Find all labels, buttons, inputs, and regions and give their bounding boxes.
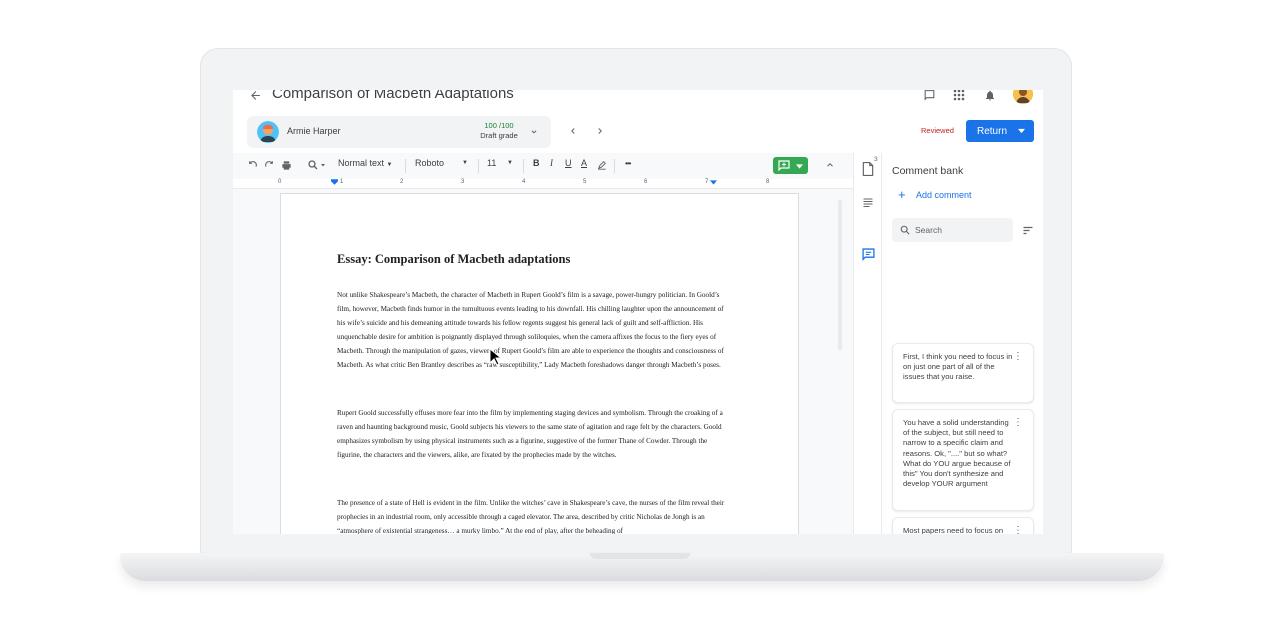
document-scrollbar[interactable] xyxy=(838,200,842,350)
font-size-dropdown-icon[interactable]: ▼ xyxy=(507,160,513,166)
back-arrow-icon[interactable] xyxy=(247,90,263,103)
apps-grid-icon[interactable] xyxy=(951,90,967,103)
underline-button[interactable]: U xyxy=(565,158,572,168)
comment-card[interactable]: You have a solid understanding of the su… xyxy=(892,409,1034,511)
more-vert-icon[interactable]: ⋮ xyxy=(1013,352,1023,362)
undo-icon[interactable] xyxy=(247,159,259,171)
comment-bank-panel: Comment bank + Add comment Search First,… xyxy=(881,153,1043,534)
document-page[interactable]: Essay: Comparison of Macbeth adaptations… xyxy=(280,193,799,534)
notifications-bell-icon[interactable] xyxy=(982,90,998,103)
mouse-cursor-icon xyxy=(489,348,501,366)
ruler-tick: 0 xyxy=(278,179,282,185)
print-icon[interactable] xyxy=(280,159,292,171)
more-vert-icon[interactable]: ⋮ xyxy=(1013,526,1023,535)
editor-toolbar: Normal text ▼ Roboto ▼ 11 ▼ B I U A ••• xyxy=(233,153,853,179)
ruler-tick: 4 xyxy=(522,179,526,185)
ruler-tick: 8 xyxy=(766,179,770,185)
status-badge: Reviewed xyxy=(921,126,954,135)
ruler-tick: 3 xyxy=(461,179,465,185)
ruler-tick: 6 xyxy=(644,179,648,185)
comment-bank-title: Comment bank xyxy=(892,165,964,177)
font-family-dropdown-icon[interactable]: ▼ xyxy=(462,160,468,166)
add-comment-button[interactable]: Add comment xyxy=(916,190,972,200)
app-screen: Comparison of Macbeth Adaptations Armie … xyxy=(233,90,1043,534)
paragraph-style-value: Normal text xyxy=(338,158,385,168)
toolbar-divider xyxy=(614,159,615,173)
more-vert-icon[interactable]: ⋮ xyxy=(1013,418,1023,428)
essay-paragraph: The presence of a state of Hell is evide… xyxy=(337,499,725,534)
font-size-value: 11 xyxy=(487,158,497,168)
font-size-select[interactable]: 11 xyxy=(487,158,496,168)
chevron-down-icon[interactable] xyxy=(527,125,541,139)
redo-icon[interactable] xyxy=(263,159,275,171)
student-name: Armie Harper xyxy=(287,126,341,136)
search-icon xyxy=(900,225,910,235)
font-family-select[interactable]: Roboto xyxy=(415,158,444,168)
previous-student-chevron-icon[interactable] xyxy=(566,124,580,138)
toolbar-divider xyxy=(405,159,406,173)
highlighter-icon[interactable] xyxy=(596,159,608,171)
italic-button[interactable]: I xyxy=(550,158,553,168)
grade-value: 100 /100 xyxy=(484,121,514,130)
comment-text: You have a solid understanding of the su… xyxy=(903,418,1011,489)
sort-filter-icon[interactable] xyxy=(1022,224,1034,236)
add-comment-icon xyxy=(778,160,790,171)
insert-comment-button[interactable] xyxy=(773,157,808,174)
comment-text: Most papers need to focus on just one sp… xyxy=(903,526,1004,534)
account-avatar[interactable] xyxy=(1013,90,1033,104)
grade-label: Draft grade xyxy=(480,131,518,140)
student-selector[interactable]: Armie Harper 100 /100 Draft grade xyxy=(247,116,551,148)
comment-bank-icon[interactable] xyxy=(860,246,876,262)
return-button-label: Return xyxy=(977,125,1008,137)
dropdown-arrow-icon xyxy=(796,164,803,169)
return-button[interactable]: Return xyxy=(966,120,1034,142)
document-file-icon[interactable] xyxy=(860,161,876,177)
side-tool-rail: 3 xyxy=(853,153,881,534)
bold-button[interactable]: B xyxy=(533,158,540,168)
feedback-icon[interactable] xyxy=(921,90,937,103)
essay-title: Essay: Comparison of Macbeth adaptations xyxy=(337,252,571,266)
comment-search-field[interactable]: Search xyxy=(892,218,1013,242)
right-indent-marker[interactable] xyxy=(710,180,717,185)
comment-text: First, I think you need to focus in on j… xyxy=(903,352,1013,382)
paragraph-style-select[interactable]: Normal text ▼ xyxy=(338,158,392,168)
toolbar-divider xyxy=(478,159,479,173)
rubric-list-icon[interactable] xyxy=(860,195,876,211)
ruler-tick: 2 xyxy=(400,179,404,185)
left-indent-marker[interactable] xyxy=(331,179,338,185)
ruler-tick: 1 xyxy=(340,179,344,185)
font-family-value: Roboto xyxy=(415,158,445,168)
essay-paragraph: Not unlike Shakespeare’s Macbeth, the ch… xyxy=(337,291,724,369)
ruler-tick: 5 xyxy=(583,179,587,185)
search-placeholder: Search xyxy=(915,225,942,235)
text-color-button[interactable]: A xyxy=(581,158,587,168)
zoom-icon[interactable] xyxy=(307,159,327,171)
essay-paragraph: Rupert Goold successfully effuses more f… xyxy=(337,409,723,459)
laptop-notch xyxy=(590,553,690,559)
more-options-button[interactable]: ••• xyxy=(625,159,631,168)
comment-card[interactable]: Most papers need to focus on just one sp… xyxy=(892,517,1034,534)
comment-card[interactable]: First, I think you need to focus in on j… xyxy=(892,343,1034,403)
page-title: Comparison of Macbeth Adaptations xyxy=(272,90,514,102)
next-student-chevron-icon[interactable] xyxy=(593,124,607,138)
toolbar-divider xyxy=(523,159,524,173)
dropdown-arrow-icon xyxy=(1018,128,1025,134)
plus-icon: + xyxy=(898,187,906,202)
student-avatar xyxy=(257,121,279,143)
document-count-badge: 3 xyxy=(874,156,878,163)
ruler: 0 1 2 3 4 5 6 7 8 xyxy=(233,179,853,189)
collapse-chevron-up-icon[interactable] xyxy=(824,159,836,171)
ruler-tick: 7 xyxy=(705,179,709,185)
